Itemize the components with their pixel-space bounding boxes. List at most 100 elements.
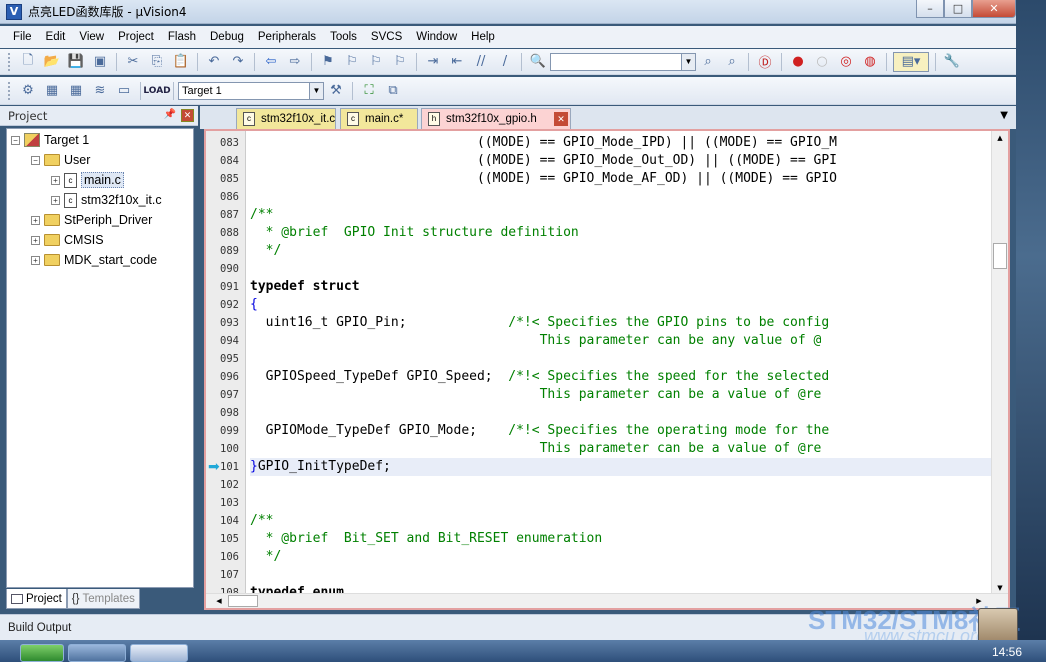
pin-icon[interactable]: 📌 [164,109,176,120]
paste-icon[interactable]: 📋 [171,52,191,72]
expand-icon[interactable]: + [31,255,40,265]
disable-all-breakpoints-icon[interactable]: ◍ [860,52,880,72]
taskbar-app-pdf[interactable] [20,644,64,662]
code-line[interactable] [250,494,992,512]
unindent-icon[interactable]: ⇤ [447,52,467,72]
new-file-icon[interactable]: 🗋 [18,52,38,72]
copy-icon[interactable]: ⎘ [147,52,167,72]
maximize-button[interactable]: □ [944,0,972,18]
indent-icon[interactable]: ⇥ [423,52,443,72]
editor-tab-gpio-h[interactable]: h stm32f10x_gpio.h ✕ [421,108,571,129]
code-line[interactable]: { [250,296,992,314]
code-line[interactable]: ((MODE) == GPIO_Mode_AF_OD) || ((MODE) =… [250,170,992,188]
menu-peripherals[interactable]: Peripherals [251,31,323,43]
toolbar-grip[interactable] [8,52,12,71]
find-in-files-icon[interactable]: 🔍 [528,52,548,72]
taskbar-app-explorer[interactable] [68,644,126,662]
expand-icon[interactable]: + [51,175,60,185]
debug-session-icon[interactable]: Ⓓ [755,52,775,72]
uncomment-icon[interactable]: / [495,52,515,72]
open-file-icon[interactable]: 📂 [42,52,62,72]
code-line[interactable]: uint16_t GPIO_Pin; /*!< Specifies the GP… [250,314,992,332]
code-line[interactable] [250,476,992,494]
menu-tools[interactable]: Tools [323,31,364,43]
nav-back-icon[interactable]: ⇦ [261,52,281,72]
close-tab-icon[interactable]: ✕ [554,112,568,126]
menu-flash[interactable]: Flash [161,31,203,43]
menu-project[interactable]: Project [111,31,161,43]
chevron-down-icon[interactable]: ▼ [681,53,695,70]
code-line[interactable]: GPIOMode_TypeDef GPIO_Mode; /*!< Specifi… [250,422,992,440]
collapse-icon[interactable]: − [11,135,20,145]
code-editor[interactable]: 083 084 085 086 087 088 089 090 091 092 093 094 095 0… [204,129,1010,610]
next-bookmark-icon[interactable]: ⚐ [366,52,386,72]
tab-project[interactable]: Project [6,589,67,609]
code-line[interactable]: This parameter can be a value of @re [250,386,992,404]
vertical-scrollbar[interactable]: ▲ ▼ [991,131,1008,595]
menu-file[interactable]: File [6,31,39,43]
editor-tab-stm32f10x-it[interactable]: c stm32f10x_it.c [236,108,336,129]
save-icon[interactable]: 💾 [66,52,86,72]
incremental-find-icon[interactable]: ⌕ [722,52,742,72]
menu-help[interactable]: Help [464,31,502,43]
menu-svcs[interactable]: SVCS [364,31,409,43]
undo-icon[interactable]: ↶ [204,52,224,72]
target-options-icon[interactable]: ⚒ [326,81,346,101]
code-line[interactable]: }GPIO_InitTypeDef; [250,458,992,476]
tree-item-file[interactable]: + c main.c [51,170,124,190]
nav-forward-icon[interactable]: ⇨ [285,52,305,72]
target-select[interactable]: Target 1 ▼ [178,81,324,100]
code-line[interactable]: */ [250,242,992,260]
tree-item-file[interactable]: + c stm32f10x_it.c [51,190,162,210]
tree-item-group[interactable]: + CMSIS [31,230,104,250]
download-load-icon[interactable]: LOAD [143,81,170,101]
code-line[interactable]: This parameter can be a value of @re [250,440,992,458]
tree-item-group[interactable]: + StPeriph_Driver [31,210,152,230]
taskbar-app-uvision[interactable] [130,644,188,662]
code-line[interactable] [250,260,992,278]
code-line[interactable] [250,566,992,584]
code-text-area[interactable]: ((MODE) == GPIO_Mode_IPD) || ((MODE) == … [250,131,992,595]
clear-bookmarks-icon[interactable]: ⚐ [390,52,410,72]
code-line[interactable] [250,350,992,368]
menu-view[interactable]: View [72,31,111,43]
tree-item-target[interactable]: − Target 1 [11,130,89,150]
code-line[interactable]: typedef struct [250,278,992,296]
redo-icon[interactable]: ↷ [228,52,248,72]
chevron-down-icon[interactable]: ▼ [309,82,323,99]
code-line[interactable] [250,188,992,206]
cut-icon[interactable]: ✂ [123,52,143,72]
select-packs-icon[interactable]: ⧉ [383,81,403,101]
window-layout-icon[interactable]: ▤▾ [893,51,929,72]
code-line[interactable]: ((MODE) == GPIO_Mode_IPD) || ((MODE) == … [250,134,992,152]
find-icon[interactable]: ⌕ [698,52,718,72]
expand-icon[interactable]: + [31,235,40,245]
code-line[interactable]: ((MODE) == GPIO_Mode_Out_OD) || ((MODE) … [250,152,992,170]
disable-breakpoint-icon[interactable]: ○ [812,52,832,72]
translate-icon[interactable]: ⚙ [18,81,38,101]
tab-templates[interactable]: {} Templates [66,589,140,609]
rebuild-icon[interactable]: ▦ [66,81,86,101]
expand-icon[interactable]: + [31,215,40,225]
close-icon[interactable]: ✕ [181,109,194,122]
editor-tab-main[interactable]: c main.c* [340,108,418,129]
scroll-thumb[interactable] [228,595,258,607]
code-line[interactable]: /** [250,206,992,224]
scroll-up-icon[interactable]: ▲ [993,131,1007,145]
bookmark-icon[interactable]: ⚑ [318,52,338,72]
toolbar-grip[interactable] [8,81,12,100]
line-number-gutter[interactable]: 083 084 085 086 087 088 089 090 091 092 093 094 095 0… [206,131,246,608]
configure-icon[interactable]: 🔧 [942,52,962,72]
collapse-icon[interactable]: − [31,155,40,165]
code-line[interactable]: /** [250,512,992,530]
code-line[interactable]: * @brief Bit_SET and Bit_RESET enumerati… [250,530,992,548]
menu-window[interactable]: Window [409,31,464,43]
find-combo[interactable]: ▼ [550,52,696,71]
stop-build-icon[interactable]: ▭ [114,81,134,101]
tree-item-user[interactable]: − User [31,150,90,170]
scroll-thumb[interactable] [993,243,1007,269]
manage-components-icon[interactable]: ⛶ [359,81,379,101]
tree-item-group[interactable]: + MDK_start_code [31,250,157,270]
kill-breakpoints-icon[interactable]: ◎ [836,52,856,72]
code-line[interactable]: */ [250,548,992,566]
